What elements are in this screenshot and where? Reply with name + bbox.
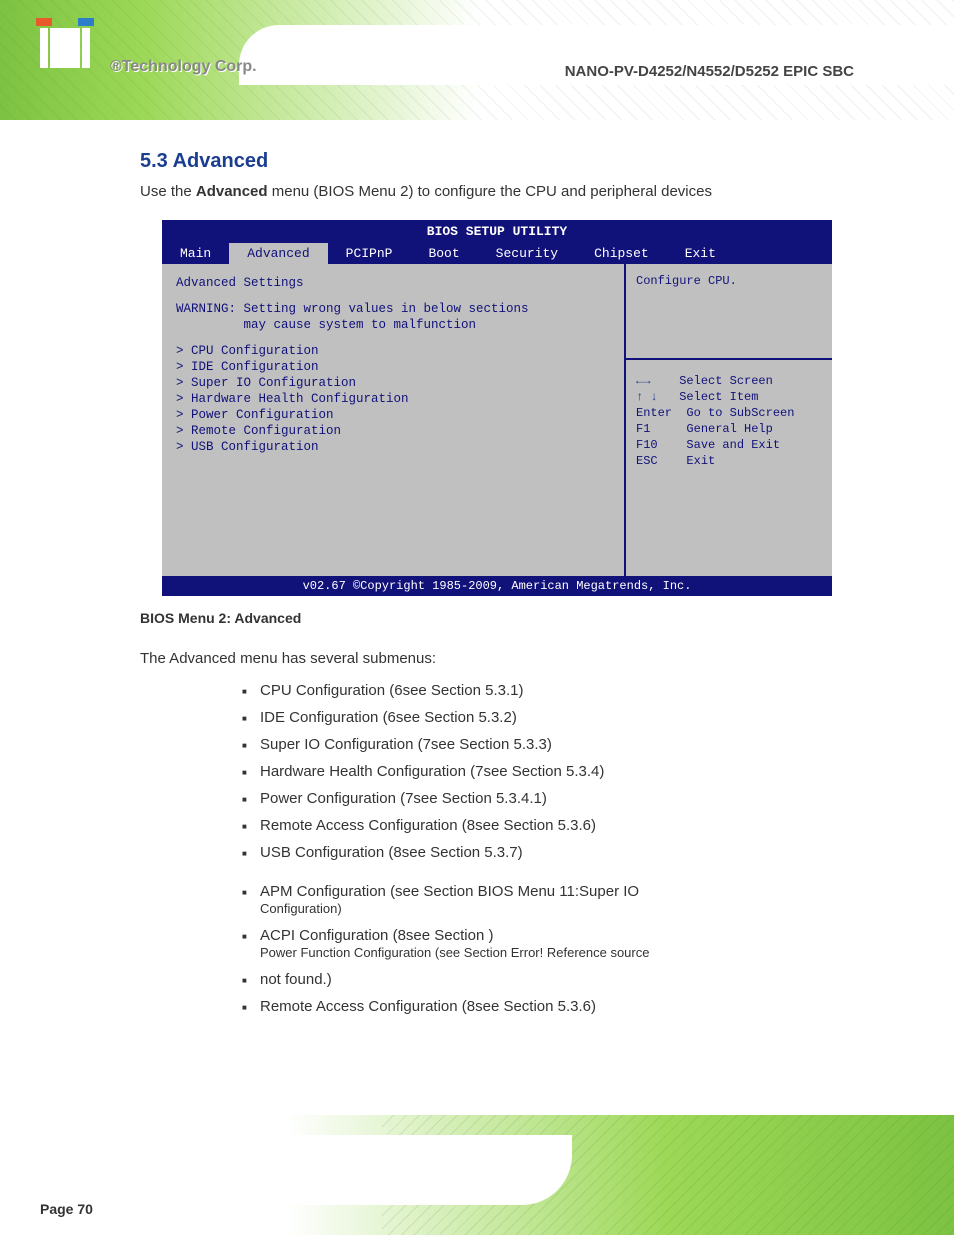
key-esc-v: Exit bbox=[686, 454, 715, 468]
list-item: APM Configuration (see Section BIOS Menu… bbox=[260, 878, 854, 922]
key-ud: ↑ ↓ Select Item bbox=[636, 390, 822, 404]
bios-tab-boot: Boot bbox=[410, 243, 477, 264]
key-lr: ←→ Select Screen bbox=[636, 374, 822, 388]
list-item: Remote Access Configuration (8see Sectio… bbox=[260, 812, 854, 839]
key-enter-v: Go to SubScreen bbox=[686, 406, 794, 420]
bios-warning-2: may cause system to malfunction bbox=[176, 318, 610, 332]
list-item: IDE Configuration (6see Section 5.3.2) bbox=[260, 704, 854, 731]
figure-caption: BIOS Menu 2: Advanced bbox=[140, 610, 854, 626]
note-text-cont: Configuration) bbox=[260, 901, 342, 916]
page-number: Page 70 bbox=[40, 1201, 93, 1217]
list-item: Power Configuration (7see Section 5.3.4.… bbox=[260, 785, 854, 812]
section-heading: 5.3 Advanced bbox=[140, 150, 854, 173]
bios-item-power: Power Configuration bbox=[176, 408, 610, 422]
key-lr-label: Select Screen bbox=[679, 374, 773, 388]
bios-item-superio: Super IO Configuration bbox=[176, 376, 610, 390]
note-text-cont: Power Function Configuration (see Sectio… bbox=[260, 945, 649, 960]
list-item: USB Configuration (8see Section 5.3.7) bbox=[260, 839, 854, 866]
arrow-left-right-icon: ←→ bbox=[636, 374, 650, 388]
header-banner: ®Technology Corp. NANO-PV-D4252/N4552/D5… bbox=[0, 0, 954, 120]
bios-item-remote: Remote Configuration bbox=[176, 424, 610, 438]
key-f10: F10 Save and Exit bbox=[636, 438, 822, 452]
product-name: NANO-PV-D4252/N4552/D5252 EPIC SBC bbox=[565, 63, 854, 80]
key-esc-k: ESC bbox=[636, 454, 658, 468]
footer-banner: Page 70 bbox=[0, 1115, 954, 1235]
arrow-up-down-icon: ↑ ↓ bbox=[636, 390, 658, 404]
bios-help: Configure CPU. bbox=[636, 274, 822, 288]
bios-warning-2-text: may cause system to malfunction bbox=[244, 318, 477, 332]
bios-item-hwhealth: Hardware Health Configuration bbox=[176, 392, 610, 406]
list-item: Super IO Configuration (7see Section 5.3… bbox=[260, 731, 854, 758]
key-f1-k: F1 bbox=[636, 422, 650, 436]
list-item: Remote Access Configuration (8see Sectio… bbox=[260, 993, 854, 1020]
list-item: not found.) bbox=[260, 966, 854, 993]
bios-tab-exit: Exit bbox=[667, 243, 734, 264]
bios-screenshot: BIOS SETUP UTILITY Main Advanced PCIPnP … bbox=[162, 220, 832, 596]
bios-tab-chipset: Chipset bbox=[576, 243, 667, 264]
footer-curve bbox=[0, 1135, 572, 1205]
desc-prefix: Use the bbox=[140, 183, 196, 200]
bios-heading: Advanced Settings bbox=[176, 276, 610, 290]
bios-body: Advanced Settings WARNING: Setting wrong… bbox=[162, 264, 832, 576]
key-enter-k: Enter bbox=[636, 406, 672, 420]
list-item: CPU Configuration (6see Section 5.3.1) bbox=[260, 677, 854, 704]
key-f10-k: F10 bbox=[636, 438, 658, 452]
desc-suffix: menu (BIOS Menu 2) to configure the CPU … bbox=[268, 183, 712, 200]
key-enter: Enter Go to SubScreen bbox=[636, 406, 822, 420]
iei-logo bbox=[40, 28, 100, 78]
bios-title: BIOS SETUP UTILITY bbox=[162, 220, 832, 243]
key-f1: F1 General Help bbox=[636, 422, 822, 436]
bios-divider bbox=[626, 358, 832, 360]
page-content: 5.3 Advanced Use the Advanced menu (BIOS… bbox=[0, 120, 954, 1020]
bios-item-ide: IDE Configuration bbox=[176, 360, 610, 374]
desc-bold: Advanced bbox=[196, 183, 268, 200]
notes-list: APM Configuration (see Section BIOS Menu… bbox=[260, 878, 854, 1020]
list-item: ACPI Configuration (8see Section )Power … bbox=[260, 922, 854, 966]
bios-right-panel: Configure CPU. ←→ Select Screen ↑ ↓ Sele… bbox=[624, 264, 832, 576]
bios-warning-1: WARNING: Setting wrong values in below s… bbox=[176, 302, 610, 316]
bios-footer: v02.67 ©Copyright 1985-2009, American Me… bbox=[162, 576, 832, 596]
bios-tabs: Main Advanced PCIPnP Boot Security Chips… bbox=[162, 243, 832, 264]
bios-tab-security: Security bbox=[478, 243, 576, 264]
submenu-intro: The Advanced menu has several submenus: bbox=[140, 650, 854, 667]
bios-tab-advanced: Advanced bbox=[229, 243, 327, 264]
list-item: Hardware Health Configuration (7see Sect… bbox=[260, 758, 854, 785]
bios-tab-main: Main bbox=[162, 243, 229, 264]
note-text: ACPI Configuration (8see Section ) bbox=[260, 927, 493, 944]
submenu-list: CPU Configuration (6see Section 5.3.1) I… bbox=[260, 677, 854, 866]
key-f1-v: General Help bbox=[686, 422, 772, 436]
section-description: Use the Advanced menu (BIOS Menu 2) to c… bbox=[140, 183, 854, 200]
key-esc: ESC Exit bbox=[636, 454, 822, 468]
note-text: APM Configuration (see Section BIOS Menu… bbox=[260, 883, 639, 900]
bios-tab-pcipnp: PCIPnP bbox=[328, 243, 411, 264]
bios-item-cpu: CPU Configuration bbox=[176, 344, 610, 358]
brand-text: ®Technology Corp. bbox=[110, 58, 257, 76]
key-ud-label: Select Item bbox=[679, 390, 758, 404]
bios-left-panel: Advanced Settings WARNING: Setting wrong… bbox=[162, 264, 624, 576]
bios-item-usb: USB Configuration bbox=[176, 440, 610, 454]
key-f10-v: Save and Exit bbox=[686, 438, 780, 452]
